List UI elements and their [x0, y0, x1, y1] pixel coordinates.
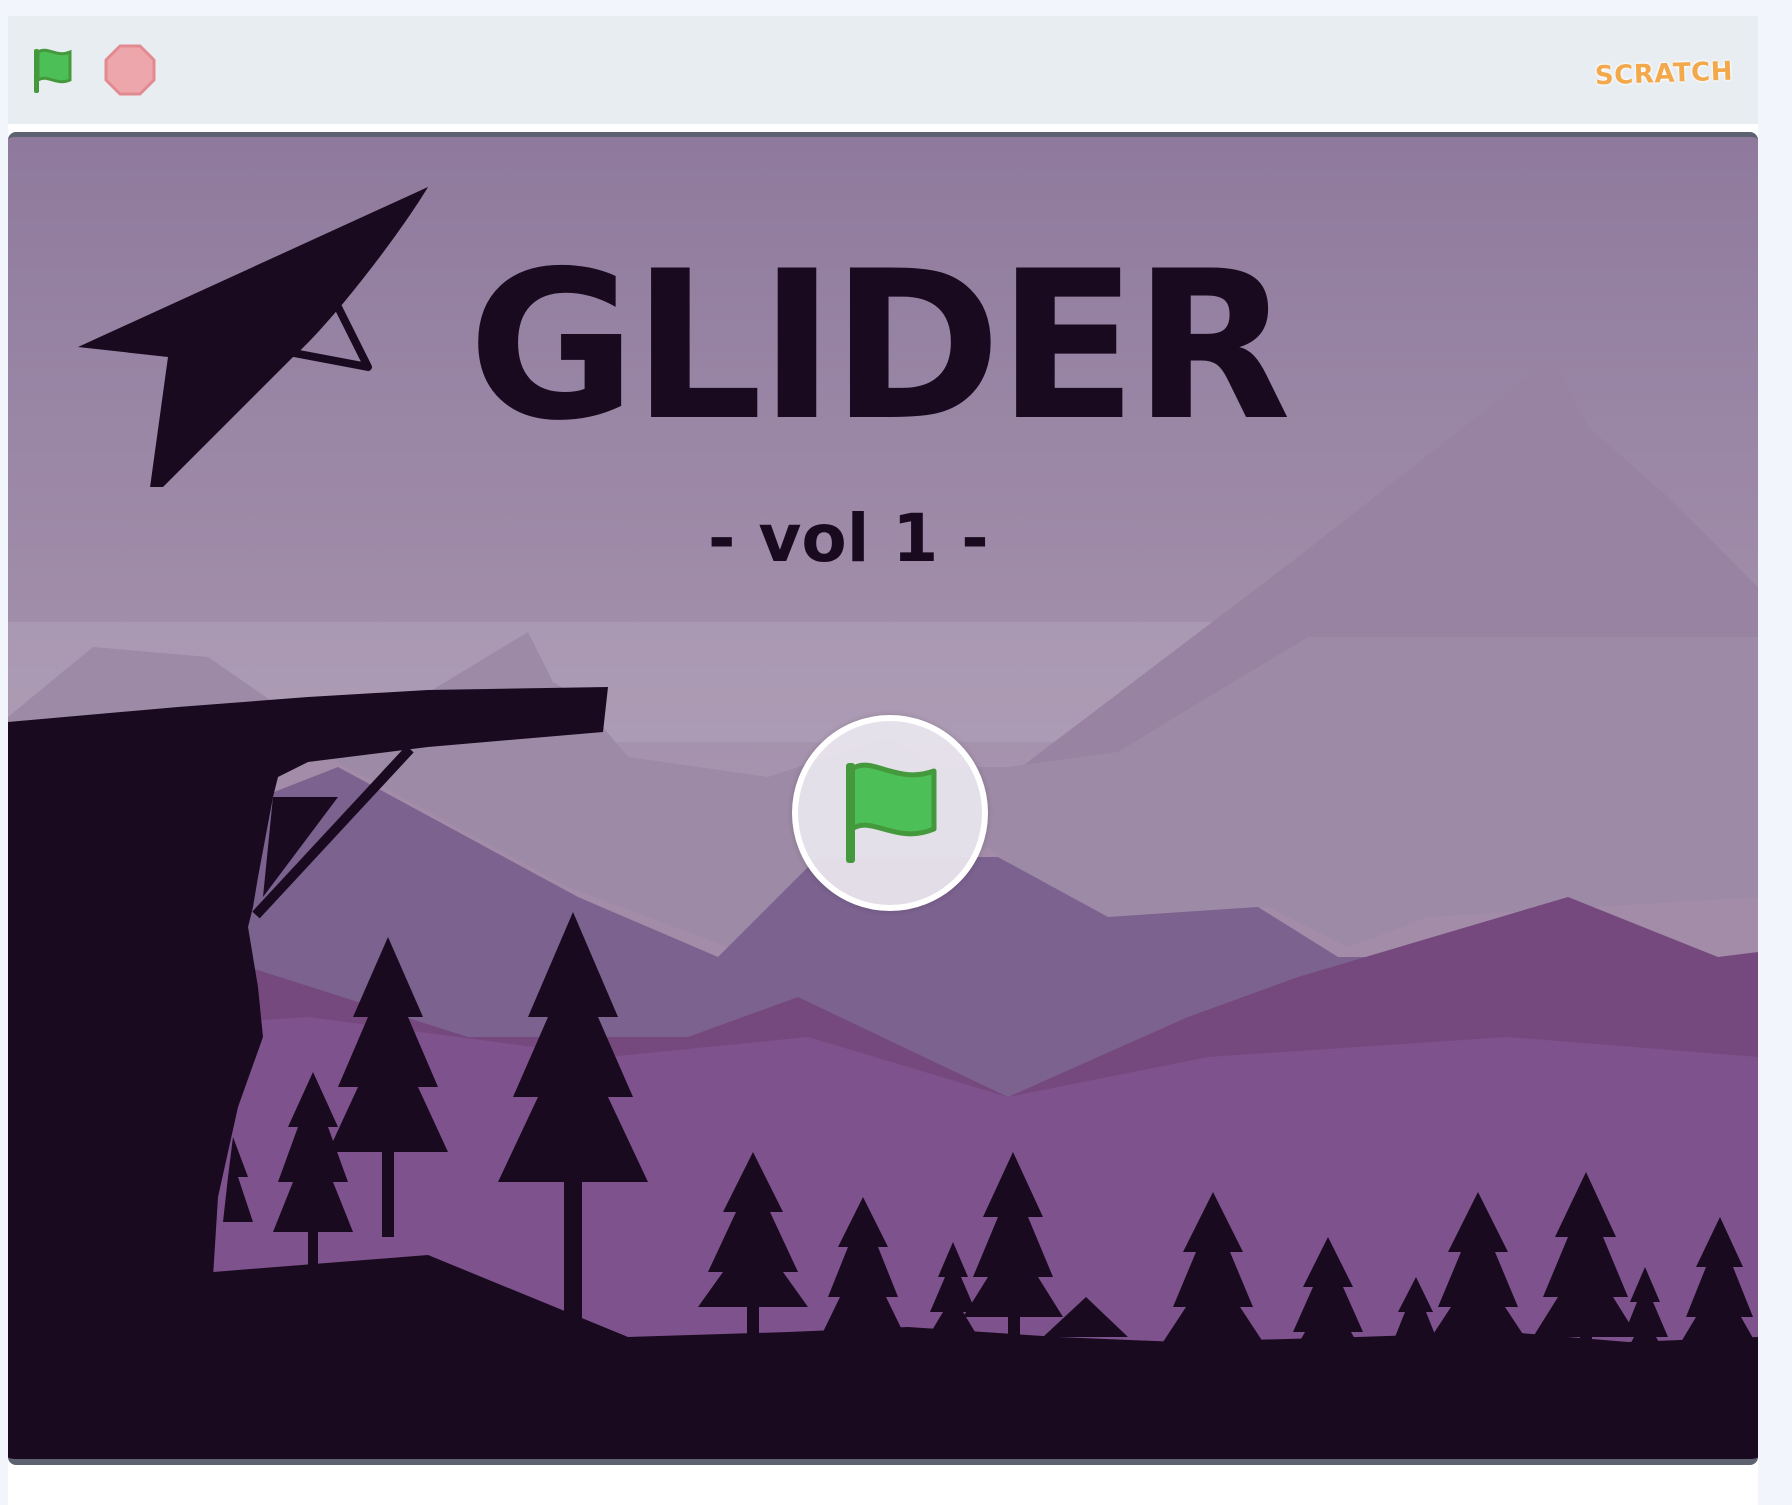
project-subtitle: - vol 1 - [708, 500, 989, 577]
scratch-logo-text: SCRATCH [1594, 56, 1734, 92]
stage[interactable]: GLIDER - vol 1 - [8, 132, 1758, 1465]
project-player: SCRATCH GLIDER - vol 1 - [8, 16, 1758, 1505]
green-flag-icon [846, 762, 937, 863]
player-controls-bar: SCRATCH [8, 16, 1758, 124]
green-flag-button[interactable] [20, 40, 80, 100]
stop-button[interactable] [100, 40, 160, 100]
hang-glider-icon [78, 187, 428, 487]
start-overlay-button[interactable] [792, 715, 988, 911]
green-flag-icon [34, 48, 72, 93]
stop-sign-icon [104, 44, 156, 96]
scratch-logo[interactable]: SCRATCH [1580, 46, 1748, 102]
project-title: GLIDER [468, 228, 1291, 466]
